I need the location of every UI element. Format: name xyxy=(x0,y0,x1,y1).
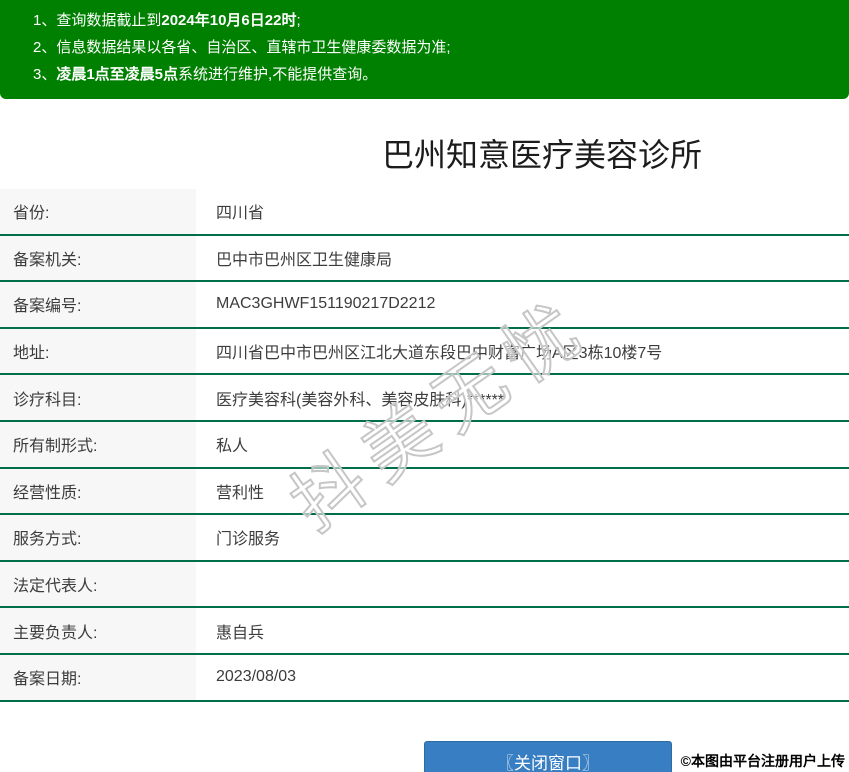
notice-line-3: 3、凌晨1点至凌晨5点系统进行维护,不能提供查询。 xyxy=(33,61,839,88)
row-value: 四川省巴中市巴州区江北大道东段巴中财富广场A区3栋10楼7号 xyxy=(216,345,663,363)
table-row-main-person-in-charge: 主要负责人: 惠自兵 xyxy=(0,608,849,655)
clinic-info-table: 省份: 四川省 备案机关: 巴中市巴州区卫生健康局 备案编号: MAC3GHWF… xyxy=(0,189,849,702)
notice-text-bold: 凌晨1点至凌晨5点 xyxy=(56,66,179,83)
row-value: 2023/08/03 xyxy=(216,668,297,686)
notice-text: 系统进行维护,不能提供查询。 xyxy=(178,66,378,83)
notice-text: ; xyxy=(296,12,301,29)
table-row-filing-date: 备案日期: 2023/08/03 xyxy=(0,654,849,702)
notice-number: 3、 xyxy=(33,66,57,83)
page-title: 巴州知意医疗美容诊所 xyxy=(381,137,702,173)
row-value: 四川省 xyxy=(216,205,265,223)
table-row-service-mode: 服务方式: 门诊服务 xyxy=(0,515,849,562)
notice-text-bold: 2024年10月6日22时 xyxy=(161,12,297,29)
row-value: 巴中市巴州区卫生健康局 xyxy=(216,251,393,269)
notice-line-2: 2、信息数据结果以各省、自治区、直辖市卫生健康委数据为准; xyxy=(33,34,839,61)
row-value: 医疗美容科(美容外科、美容皮肤科)****** xyxy=(216,391,505,409)
table-row-business-nature: 经营性质: 营利性 xyxy=(0,468,849,516)
table-row-filing-authority: 备案机关: 巴中市巴州区卫生健康局 xyxy=(0,235,849,283)
notice-text: 信息数据结果以各省、自治区、直辖市卫生健康委数据为准; xyxy=(56,39,451,56)
row-label: 所有制形式: xyxy=(0,421,196,467)
row-value: 门诊服务 xyxy=(216,531,281,549)
row-label: 服务方式: xyxy=(0,515,196,560)
row-label: 备案日期: xyxy=(0,654,196,700)
notice-text: 查询数据截止到 xyxy=(56,12,162,29)
row-value: 私人 xyxy=(216,438,249,456)
row-label: 备案机关: xyxy=(0,235,196,281)
notice-line-1: 1、查询数据截止到2024年10月6日22时; xyxy=(33,7,839,34)
row-value: MAC3GHWF151190217D2212 xyxy=(216,295,436,313)
row-label: 省份: xyxy=(0,189,196,234)
table-row-filing-number: 备案编号: MAC3GHWF151190217D2212 xyxy=(0,282,849,329)
notice-banner: 1、查询数据截止到2024年10月6日22时; 2、信息数据结果以各省、自治区、… xyxy=(0,0,849,99)
notice-number: 1、 xyxy=(33,12,57,29)
row-label: 备案编号: xyxy=(0,282,196,327)
row-label: 经营性质: xyxy=(0,468,196,514)
row-value: 营利性 xyxy=(216,484,265,502)
table-row-province: 省份: 四川省 xyxy=(0,189,849,236)
table-row-address: 地址: 四川省巴中市巴州区江北大道东段巴中财富广场A区3栋10楼7号 xyxy=(0,328,849,376)
row-label: 法定代表人: xyxy=(0,561,196,607)
close-window-button[interactable]: 〖关闭窗口〗 xyxy=(424,741,672,772)
upload-attribution-text: ©本图由平台注册用户上传 xyxy=(680,753,845,769)
row-label: 主要负责人: xyxy=(0,608,196,653)
row-label: 地址: xyxy=(0,328,196,374)
table-row-ownership-form: 所有制形式: 私人 xyxy=(0,421,849,469)
table-row-medical-subjects: 诊疗科目: 医疗美容科(美容外科、美容皮肤科)****** xyxy=(0,375,849,422)
row-value xyxy=(196,562,849,607)
row-value: 惠自兵 xyxy=(216,624,265,642)
notice-number: 2、 xyxy=(33,39,57,56)
table-row-legal-representative: 法定代表人: xyxy=(0,561,849,609)
row-label: 诊疗科目: xyxy=(0,375,196,420)
